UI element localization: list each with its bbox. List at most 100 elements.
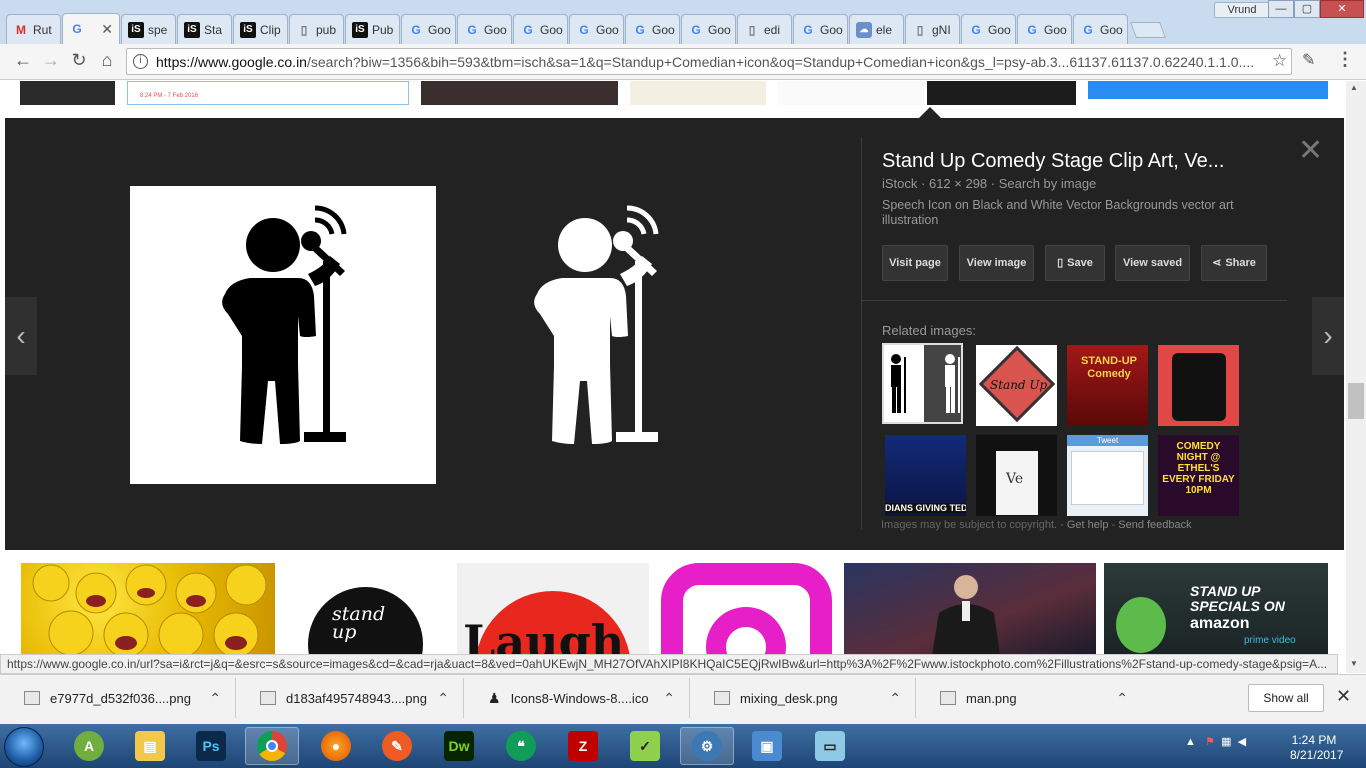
result-thumbnail-instagram[interactable] bbox=[661, 563, 832, 660]
result-thumbnail-comedian-stage[interactable] bbox=[844, 563, 1096, 655]
related-image[interactable]: Tweet bbox=[1067, 435, 1148, 516]
network-icon[interactable]: ▦ bbox=[1221, 736, 1231, 748]
url-text[interactable]: https://www.google.co.in/search?biw=1356… bbox=[156, 54, 1266, 70]
download-item[interactable]: d183af495748943....png ⌃ bbox=[236, 678, 464, 718]
search-by-image-link[interactable]: Search by image bbox=[999, 176, 1097, 191]
chevron-up-icon[interactable]: ⌃ bbox=[437, 690, 449, 707]
result-thumbnail[interactable] bbox=[778, 81, 924, 105]
tab-8[interactable]: G Goo bbox=[457, 14, 512, 44]
tab-14[interactable]: G Goo bbox=[793, 14, 848, 44]
tab-16[interactable]: ▯ gNI bbox=[905, 14, 960, 44]
minimize-button[interactable]: — bbox=[1268, 0, 1294, 18]
forward-arrow-icon[interactable]: → bbox=[40, 50, 62, 71]
tab-2[interactable]: iS spe bbox=[121, 14, 176, 44]
related-image[interactable]: Stand Up bbox=[976, 345, 1057, 426]
result-thumbnail-stand-up-logo[interactable]: stand up bbox=[282, 563, 450, 660]
visit-page-button[interactable]: Visit page bbox=[882, 245, 948, 281]
image-source[interactable]: iStock bbox=[882, 176, 917, 191]
chrome-icon[interactable] bbox=[245, 727, 299, 765]
image-description[interactable]: Speech Icon on Black and White Vector Ba… bbox=[882, 198, 1262, 228]
tab-4[interactable]: iS Clip bbox=[233, 14, 288, 44]
tab-18[interactable]: G Goo bbox=[1017, 14, 1072, 44]
photo-viewer-icon[interactable]: ▣ bbox=[740, 727, 794, 765]
related-image[interactable]: DIANS GIVING TED bbox=[885, 435, 966, 516]
tab-5[interactable]: ▯ pub bbox=[289, 14, 344, 44]
tab-3[interactable]: iS Sta bbox=[177, 14, 232, 44]
action-center-icon[interactable]: ⚑ bbox=[1205, 736, 1215, 748]
tab-9[interactable]: G Goo bbox=[513, 14, 568, 44]
close-tab-icon[interactable]: ✕ bbox=[101, 21, 113, 38]
next-image-arrow[interactable]: › bbox=[1312, 297, 1344, 375]
related-image[interactable]: STAND-UP Comedy bbox=[1067, 345, 1148, 426]
close-downloads-icon[interactable]: ✕ bbox=[1336, 686, 1351, 707]
maximize-button[interactable]: ▢ bbox=[1294, 0, 1320, 18]
info-icon[interactable]: i bbox=[133, 54, 148, 69]
show-hidden-icons[interactable]: ▲ bbox=[1185, 736, 1196, 748]
chevron-up-icon[interactable]: ⌃ bbox=[663, 690, 675, 707]
result-thumbnail[interactable] bbox=[927, 81, 1076, 105]
photoshop-icon[interactable]: Ps bbox=[184, 727, 238, 765]
image-title[interactable]: Stand Up Comedy Stage Clip Art, Ve... bbox=[882, 150, 1282, 173]
chevron-up-icon[interactable]: ⌃ bbox=[1116, 690, 1128, 707]
close-window-button[interactable]: ✕ bbox=[1320, 0, 1364, 18]
firefox-icon[interactable]: ● bbox=[309, 727, 363, 765]
reload-icon[interactable]: ↻ bbox=[68, 50, 90, 71]
result-thumbnail[interactable] bbox=[421, 81, 618, 105]
result-thumbnail[interactable]: 8:24 PM - 7 Feb 2016 bbox=[127, 81, 409, 105]
chevron-up-icon[interactable]: ⌃ bbox=[209, 690, 221, 707]
previous-image-arrow[interactable]: ‹ bbox=[5, 297, 37, 375]
tab-10[interactable]: G Goo bbox=[569, 14, 624, 44]
vertical-scrollbar[interactable]: ▲ ▼ bbox=[1346, 81, 1366, 673]
android-studio-icon[interactable]: A bbox=[62, 727, 116, 765]
download-item[interactable]: ♟ Icons8-Windows-8....ico ⌃ bbox=[464, 678, 690, 718]
view-image-button[interactable]: View image bbox=[959, 245, 1034, 281]
download-item[interactable]: mixing_desk.png ⌃ bbox=[690, 678, 916, 718]
new-tab-button[interactable] bbox=[1130, 22, 1166, 38]
notepad-plus-icon[interactable]: ✓ bbox=[618, 727, 672, 765]
profile-button[interactable]: Vrund bbox=[1214, 2, 1270, 18]
tab-1[interactable]: G ✕ bbox=[62, 13, 120, 44]
back-arrow-icon[interactable]: ← bbox=[12, 50, 34, 71]
related-image[interactable]: Ve bbox=[976, 435, 1057, 516]
show-all-downloads-button[interactable]: Show all bbox=[1248, 684, 1324, 712]
notepad-icon[interactable]: ▭ bbox=[803, 727, 857, 765]
tab-19[interactable]: G Goo bbox=[1073, 14, 1128, 44]
save-button[interactable]: ▯ Save bbox=[1045, 245, 1105, 281]
volume-icon[interactable]: ◀ bbox=[1238, 736, 1246, 748]
view-saved-button[interactable]: View saved bbox=[1115, 245, 1190, 281]
address-bar[interactable]: i https://www.google.co.in/search?biw=13… bbox=[126, 48, 1292, 75]
tab-0[interactable]: M Rut bbox=[6, 14, 61, 44]
tab-7[interactable]: G Goo bbox=[401, 14, 456, 44]
close-panel-icon[interactable]: ✕ bbox=[1298, 136, 1323, 166]
tab-11[interactable]: G Goo bbox=[625, 14, 680, 44]
preview-image[interactable] bbox=[130, 186, 742, 484]
result-thumbnail-amazon-standup[interactable]: STAND UP SPECIALS ON amazon prime video bbox=[1104, 563, 1328, 655]
start-button[interactable] bbox=[4, 727, 44, 767]
result-thumbnail[interactable] bbox=[20, 81, 115, 105]
download-item[interactable]: man.png ⌃ bbox=[916, 678, 1142, 718]
control-panel-icon[interactable]: ⚙ bbox=[680, 727, 734, 765]
result-thumbnail-laughing-emoji[interactable] bbox=[21, 563, 275, 658]
menu-icon[interactable]: ⋮ bbox=[1336, 49, 1354, 70]
scrollbar-thumb[interactable] bbox=[1348, 383, 1364, 419]
related-image[interactable] bbox=[1158, 345, 1239, 426]
download-item[interactable]: e7977d_d532f036....png ⌃ bbox=[0, 678, 236, 718]
dreamweaver-icon[interactable]: Dw bbox=[432, 727, 486, 765]
postman-icon[interactable]: ✎ bbox=[370, 727, 424, 765]
filezilla-icon[interactable]: Z bbox=[556, 727, 610, 765]
tab-12[interactable]: G Goo bbox=[681, 14, 736, 44]
hangouts-icon[interactable]: ❝ bbox=[494, 727, 548, 765]
tab-13[interactable]: ▯ edi bbox=[737, 14, 792, 44]
chevron-up-icon[interactable]: ⌃ bbox=[889, 690, 901, 707]
result-thumbnail[interactable] bbox=[1088, 81, 1328, 99]
send-feedback-link[interactable]: Send feedback bbox=[1118, 519, 1191, 531]
result-thumbnail[interactable] bbox=[630, 81, 766, 105]
result-thumbnail-laugh[interactable]: Laugh bbox=[457, 563, 649, 660]
related-image[interactable] bbox=[882, 343, 963, 424]
bookmark-star-icon[interactable]: ☆ bbox=[1272, 51, 1287, 71]
related-image[interactable]: COMEDY NIGHT @ ETHEL'S EVERY FRIDAY 10PM bbox=[1158, 435, 1239, 516]
tab-15[interactable]: ☁ ele bbox=[849, 14, 904, 44]
clock[interactable]: 1:24 PM 8/21/2017 bbox=[1290, 733, 1343, 763]
tab-17[interactable]: G Goo bbox=[961, 14, 1016, 44]
home-icon[interactable]: ⌂ bbox=[96, 50, 118, 71]
